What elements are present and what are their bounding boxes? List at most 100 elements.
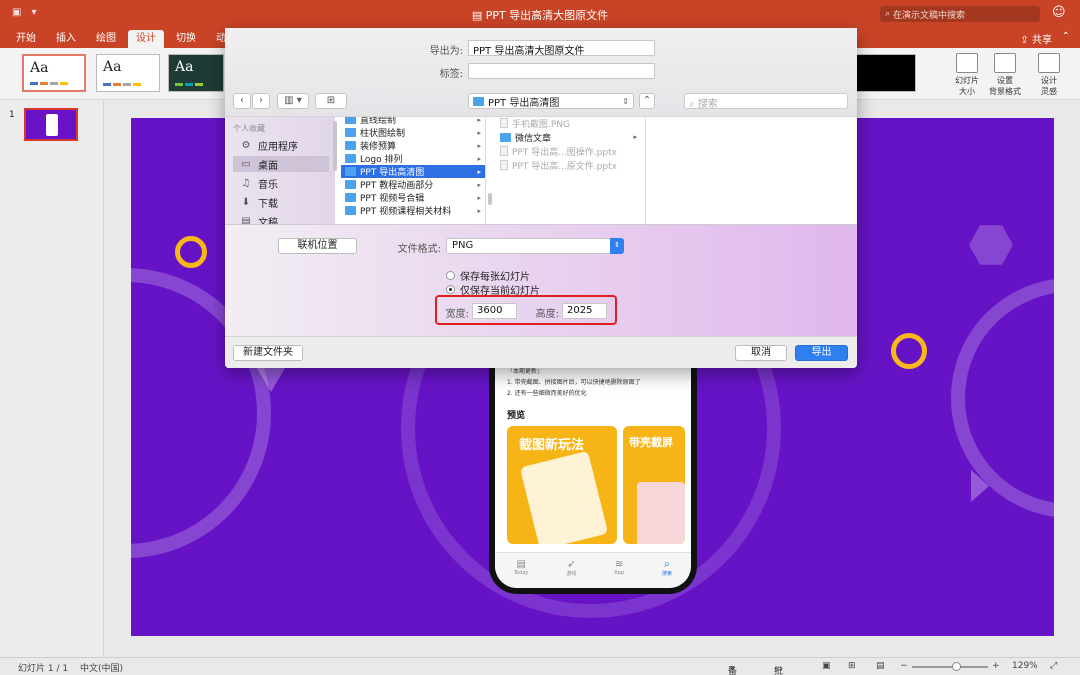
- slide-thumbnail-pane: 1: [0, 100, 104, 657]
- list-item[interactable]: PPT 视频课程相关材料 ▸: [341, 204, 485, 217]
- decor-ring-right: [951, 278, 1054, 518]
- folder-column: 直线绘制 ▸ 柱状图绘制 ▸ 装修预算 ▸ Logo 排列 ▸ PPT 导出高清图 ▸ P…: [341, 117, 486, 225]
- new-folder-icon[interactable]: ⊞: [315, 93, 347, 109]
- preview-card: 带壳截屏: [623, 426, 685, 544]
- height-label: 高度:: [535, 309, 559, 320]
- update-notes: 「本期更新」 1. 带壳截图、拼接图片后，可以快捷地删除原图了 2. 还有一些细…: [507, 368, 641, 397]
- file-icon: [500, 160, 508, 170]
- tab-home[interactable]: 开始: [8, 30, 44, 48]
- view-mode-button[interactable]: ▥ ▾: [277, 93, 309, 109]
- folder-icon: [500, 132, 511, 142]
- apps-tab: ≋ App: [614, 559, 625, 576]
- location-dropdown[interactable]: PPT 导出高清图 ⇕: [468, 93, 634, 109]
- desktop-icon: ▭: [241, 158, 251, 170]
- height-field[interactable]: 2025: [562, 303, 607, 319]
- theme-black[interactable]: [856, 54, 916, 92]
- zoom-slider[interactable]: [912, 666, 988, 668]
- decor-hexagon: [969, 225, 1013, 265]
- width-field[interactable]: 3600: [472, 303, 517, 319]
- folder-icon: [345, 154, 356, 163]
- tab-transitions[interactable]: 切换: [168, 30, 204, 48]
- theme-office-2[interactable]: Aa: [96, 54, 160, 92]
- search-icon: ⌕: [885, 9, 891, 19]
- theme-office[interactable]: Aa: [22, 54, 86, 92]
- fit-slide-icon[interactable]: ⤢: [1050, 661, 1057, 671]
- file-column: 手机截图.PNG 微信文章 ▸ PPT 导出高...图操作.pptx PPT 导出…: [496, 117, 646, 225]
- folder-icon: [345, 128, 356, 137]
- slide-thumbnail[interactable]: [24, 108, 78, 141]
- format-background-button[interactable]: 设置 背景格式: [984, 53, 1026, 97]
- export-button[interactable]: 导出: [795, 345, 848, 361]
- list-item: PPT 导出高...图操作.pptx: [496, 144, 645, 158]
- folder-icon: [345, 141, 356, 150]
- share-button[interactable]: ⇪ 共享: [1020, 31, 1052, 46]
- export-as-field[interactable]: PPT 导出高清大图原文件: [468, 40, 655, 57]
- cancel-button[interactable]: 取消: [735, 345, 787, 361]
- list-item[interactable]: 柱状图绘制 ▸: [341, 126, 485, 139]
- new-folder-button[interactable]: 新建文件夹: [233, 345, 303, 361]
- width-label: 宽度:: [445, 309, 469, 320]
- tab-insert[interactable]: 插入: [48, 30, 84, 48]
- column-scrollbar[interactable]: [488, 193, 492, 205]
- back-button[interactable]: ‹: [233, 93, 251, 109]
- list-item[interactable]: Logo 排列 ▸: [341, 152, 485, 165]
- zoom-level[interactable]: 129%: [1012, 661, 1038, 671]
- folder-icon: [345, 167, 356, 176]
- normal-view-icon[interactable]: ▣: [822, 661, 831, 671]
- format-label: 文件格式:: [397, 244, 441, 255]
- feedback-smiley-icon[interactable]: ☺: [1052, 5, 1066, 20]
- chevron-updown-icon: ⇕: [610, 238, 624, 254]
- theme-dark[interactable]: Aa: [168, 54, 224, 92]
- collapse-ribbon-icon[interactable]: ⌃: [1062, 31, 1070, 42]
- chevron-updown-icon: ⇕: [622, 96, 629, 106]
- share-icon: ⇪: [1020, 35, 1029, 46]
- list-item-selected[interactable]: PPT 导出高清图 ▸: [341, 165, 485, 178]
- search-input[interactable]: ⌕ 搜索: [684, 93, 848, 110]
- tab-design[interactable]: 设计: [128, 30, 164, 48]
- tab-draw[interactable]: 绘图: [88, 30, 124, 48]
- search-icon: ⌕: [664, 558, 670, 570]
- title-bar: ▣ ▾ ▤ PPT 导出高清大图原文件 ⌕ 在演示文稿中搜索 ☺: [0, 0, 1080, 28]
- list-item[interactable]: 装修预算 ▸: [341, 139, 485, 152]
- search-tab: ⌕ 搜索: [661, 558, 672, 577]
- sidebar-item-music[interactable]: ♫ 音乐: [233, 175, 329, 191]
- reading-view-icon[interactable]: ▤: [876, 661, 885, 671]
- file-icon: [500, 146, 508, 156]
- file-format-select[interactable]: PNG ⇕: [446, 238, 624, 254]
- design-ideas-icon: [1038, 53, 1060, 73]
- slide-sorter-icon[interactable]: ⊞: [848, 661, 856, 671]
- slide-number: 1: [9, 110, 15, 120]
- list-item[interactable]: PPT 视频号合辑 ▸: [341, 191, 485, 204]
- layers-icon: ≋: [614, 559, 624, 570]
- folder-icon: [345, 193, 356, 202]
- sidebar-item-applications[interactable]: ⚙ 应用程序: [233, 137, 329, 153]
- sidebar-item-desktop[interactable]: ▭ 桌面: [233, 156, 329, 172]
- list-item: PPT 导出高...原文件.pptx: [496, 158, 645, 172]
- tags-field[interactable]: [468, 63, 655, 79]
- folder-icon: [345, 117, 356, 124]
- radio-save-all-slides[interactable]: 保存每张幻灯片: [446, 268, 530, 283]
- list-item[interactable]: PPT 教程动画部分 ▸: [341, 178, 485, 191]
- search-document-input[interactable]: ⌕ 在演示文稿中搜索: [880, 6, 1040, 22]
- phone-mockup: 「本期更新」 1. 带壳截图、拼接图片后，可以快捷地删除原图了 2. 还有一些细…: [489, 354, 697, 594]
- list-item[interactable]: 直线绘制 ▸: [341, 117, 485, 126]
- music-icon: ♫: [241, 177, 251, 189]
- zoom-out-icon[interactable]: −: [900, 661, 908, 671]
- slide-size-button[interactable]: 幻灯片 大小: [946, 53, 988, 97]
- sidebar: 个人收藏 ⚙ 应用程序 ▭ 桌面 ♫ 音乐 ⬇ 下载 ▤ 文稿: [225, 117, 335, 229]
- zoom-slider-handle[interactable]: [952, 662, 961, 671]
- online-locations-button[interactable]: 联机位置: [278, 238, 357, 254]
- collapse-browser-button[interactable]: ⌃: [639, 93, 655, 109]
- status-bar: 幻灯片 1 / 1 中文(中国) ≡ 备注 ▭ 批注 ▣ ⊞ ▤ − + 129…: [0, 657, 1080, 675]
- sidebar-item-downloads[interactable]: ⬇ 下载: [233, 194, 329, 210]
- zoom-in-icon[interactable]: +: [992, 661, 1000, 671]
- export-options: 联机位置 文件格式: PNG ⇕ 保存每张幻灯片 仅保存当前幻灯片 宽度: 36…: [225, 224, 857, 336]
- decor-yellow-ring: [175, 236, 207, 268]
- design-ideas-button[interactable]: 设计 灵感: [1028, 53, 1070, 97]
- applications-icon: ⚙: [241, 139, 251, 151]
- sidebar-scrollbar[interactable]: [333, 121, 337, 171]
- forward-button[interactable]: ›: [252, 93, 270, 109]
- folder-icon: [345, 206, 356, 215]
- slide-size-icon: [956, 53, 978, 73]
- list-item[interactable]: 微信文章 ▸: [496, 130, 645, 144]
